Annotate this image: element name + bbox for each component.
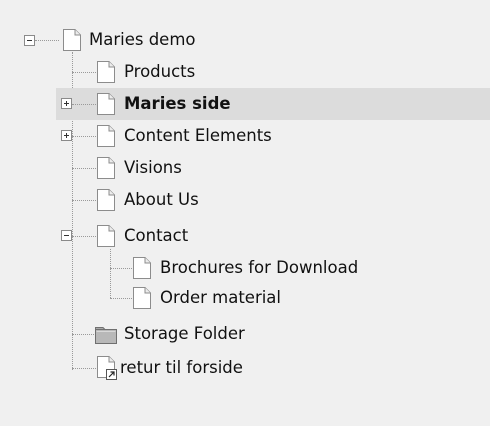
page-icon (97, 61, 115, 83)
tree-node-label: Storage Folder (124, 323, 245, 343)
tree-node-label: Products (124, 61, 196, 81)
tree-node-products[interactable]: Products (0, 56, 490, 88)
shortcut-page-icon (97, 356, 117, 380)
page-icon (97, 93, 115, 115)
page-tree: Maries demo Products Maries side Content… (0, 0, 490, 426)
tree-node-label: Visions (124, 157, 182, 177)
tree-node-label: Maries demo (89, 29, 196, 49)
page-icon (97, 125, 115, 147)
tree-node-maries-side[interactable]: Maries side (56, 88, 490, 120)
tree-node-contact[interactable]: Contact (0, 220, 490, 252)
tree-node-content-elements[interactable]: Content Elements (0, 120, 490, 152)
folder-icon (95, 327, 117, 344)
tree-line (72, 104, 96, 105)
tree-node-label: Maries side (124, 93, 231, 113)
page-icon (97, 225, 115, 247)
tree-node-label: About Us (124, 189, 199, 209)
page-icon (97, 189, 115, 211)
expand-toggle[interactable] (61, 98, 72, 109)
tree-node-order-material[interactable]: Order material (0, 282, 490, 314)
tree-node-about-us[interactable]: About Us (0, 184, 490, 216)
tree-node-visions[interactable]: Visions (0, 152, 490, 184)
tree-node-brochures-for-download[interactable]: Brochures for Download (0, 252, 490, 284)
tree-node-storage-folder[interactable]: Storage Folder (0, 318, 490, 350)
page-icon (133, 287, 151, 309)
tree-node-label: Contact (124, 225, 189, 245)
tree-node-label: Order material (160, 287, 282, 307)
tree-node-label: retur til forside (120, 357, 243, 377)
page-icon (97, 157, 115, 179)
tree-node-label: Brochures for Download (160, 257, 359, 277)
tree-node-label: Content Elements (124, 125, 272, 145)
tree-node-retur-til-forside[interactable]: retur til forside (0, 352, 490, 384)
tree-node-root[interactable]: Maries demo (0, 24, 490, 56)
page-icon (133, 257, 151, 279)
page-icon (63, 29, 81, 51)
